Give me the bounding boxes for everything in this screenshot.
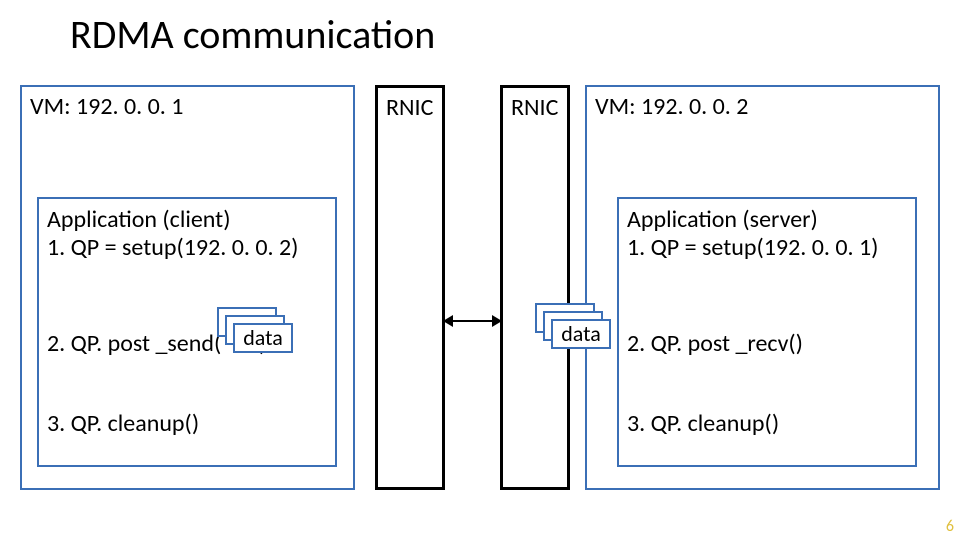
data-stack-left: data xyxy=(217,307,287,357)
data-card-right: data xyxy=(551,319,611,349)
app-client-header: Application (client) xyxy=(47,205,231,235)
rnic-link-arrow xyxy=(445,320,500,322)
app-client-box: Application (client) 1. QP = setup(192. … xyxy=(37,197,337,467)
data-card-left: data xyxy=(233,323,293,353)
slide-title: RDMA communication xyxy=(70,10,435,59)
vm-left-header: VM: 192. 0. 0. 1 xyxy=(30,93,183,122)
vm-left-box: VM: 192. 0. 0. 1 Application (client) 1.… xyxy=(20,85,355,490)
vm-right-header: VM: 192. 0. 0. 2 xyxy=(595,93,748,122)
page-number: 6 xyxy=(946,517,954,536)
rnic-right-label: RNIC xyxy=(511,94,558,123)
app-client-step3: 3. QP. cleanup() xyxy=(47,409,199,439)
app-client-step1: 1. QP = setup(192. 0. 0. 2) xyxy=(47,233,298,263)
app-server-step2: 2. QP. post _recv() xyxy=(627,329,803,359)
rnic-left-box: RNIC xyxy=(375,85,445,490)
app-server-step1: 1. QP = setup(192. 0. 0. 1) xyxy=(627,233,878,263)
rnic-right-box: RNIC xyxy=(500,85,570,490)
rnic-left-label: RNIC xyxy=(386,94,433,123)
data-stack-right: data xyxy=(535,303,605,353)
app-server-step3: 3. QP. cleanup() xyxy=(627,409,779,439)
vm-right-box: VM: 192. 0. 0. 2 Application (server) 1.… xyxy=(585,85,940,490)
app-server-header: Application (server) xyxy=(627,205,818,235)
app-server-box: Application (server) 1. QP = setup(192. … xyxy=(617,197,917,467)
